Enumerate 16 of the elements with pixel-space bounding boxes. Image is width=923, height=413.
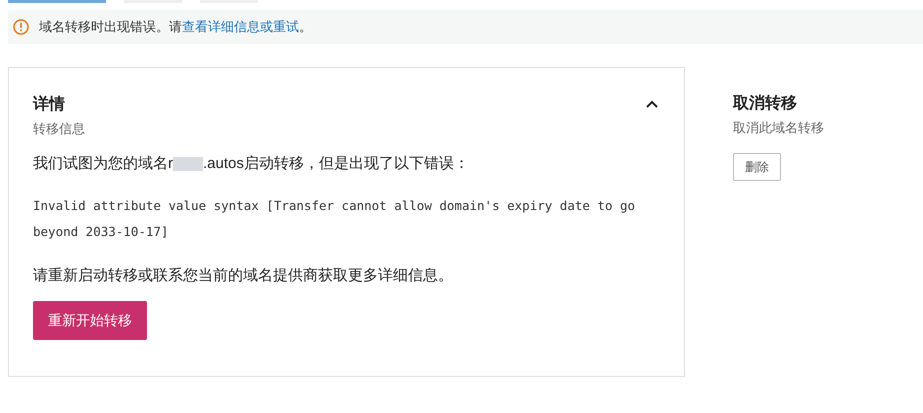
details-link[interactable]: 查看详细信息或重试: [182, 17, 299, 37]
tab-indicator[interactable]: [8, 0, 106, 3]
hint-text: 请重新启动转移或联系您当前的域名提供商获取更多详细信息。: [33, 266, 454, 286]
error-message: Invalid attribute value syntax [Transfer cannot allow domain's expiry date to go beyond 2033-10-17]: [33, 197, 636, 241]
message-text: 我们试图为您的域名r: [33, 154, 173, 174]
delete-button[interactable]: 删除: [733, 152, 781, 180]
redacted-domain: [173, 156, 203, 171]
message-text: .autos启动转移，但是出现了以下错误：: [203, 154, 469, 174]
alert-punctuation: 。: [299, 18, 312, 36]
card-subtitle: 转移信息: [33, 120, 85, 138]
restart-transfer-button[interactable]: 重新开始转移: [33, 300, 147, 340]
cancel-subtitle: 取消此域名转移: [733, 119, 824, 137]
warning-icon: [13, 19, 29, 35]
card-title: 详情: [33, 94, 66, 115]
cancel-title: 取消转移: [733, 94, 797, 114]
alert-text: 域名转移时出现错误。请: [39, 18, 182, 36]
